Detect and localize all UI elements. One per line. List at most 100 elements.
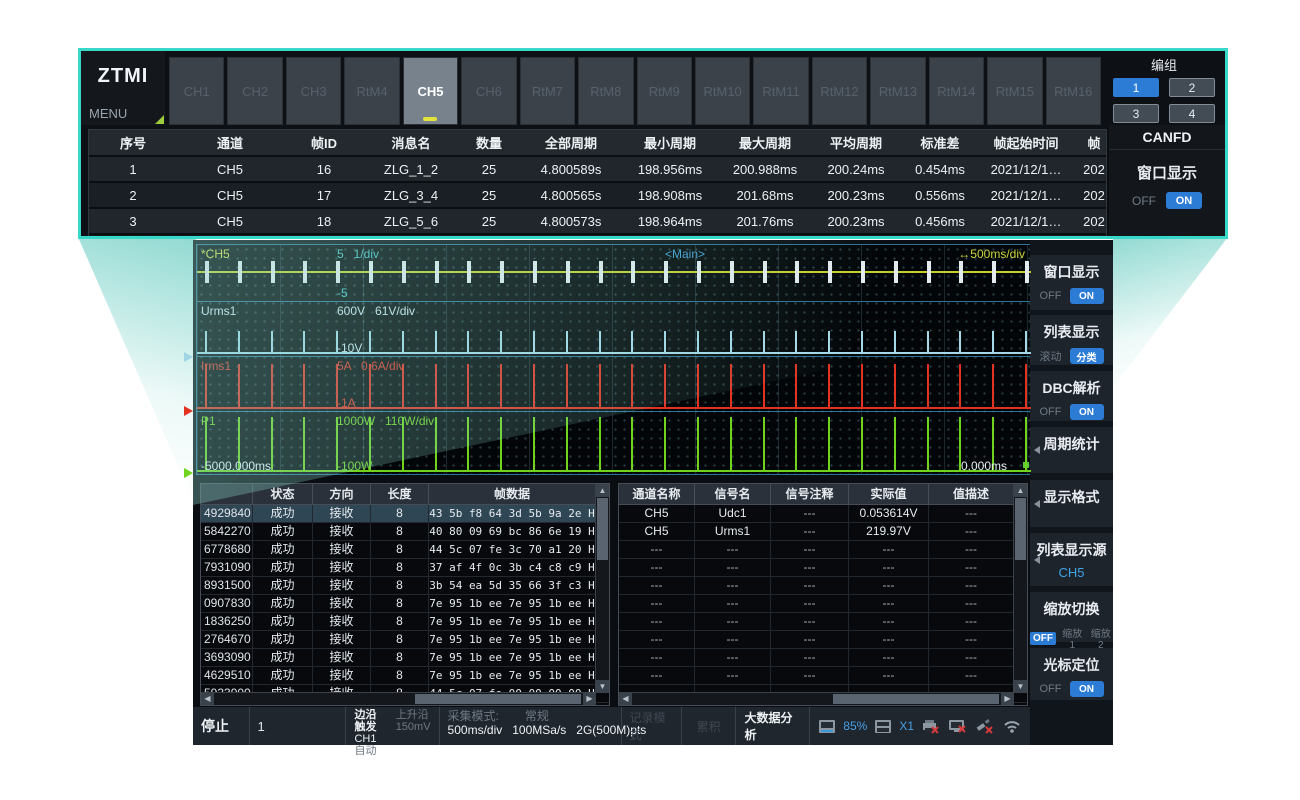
horizontal-scrollbar[interactable]: ◀▶ <box>619 692 1014 705</box>
trigger-info[interactable]: 边沿触发 CH1 自动 上升沿 150mV <box>346 707 439 745</box>
signal-row-4[interactable]: --------------- <box>619 559 1027 577</box>
frame-row-3[interactable]: 6778680成功接收844 5c 07 fe 3c 70 a1 20 H <box>201 541 609 559</box>
tab-rtm16[interactable]: RtM16 <box>1046 57 1101 125</box>
signal-row-5[interactable]: --------------- <box>619 577 1027 595</box>
signal-row-7[interactable]: --------------- <box>619 613 1027 631</box>
toggle-on-option[interactable]: ON <box>1070 404 1104 420</box>
toggle-on-option[interactable]: ON <box>1070 681 1104 697</box>
waveform-area[interactable]: *CH55 1/div-5<Main>↔500ms/divUrms1600V 6… <box>196 244 1032 475</box>
scroll-thumb[interactable] <box>1015 498 1026 560</box>
sidebar-item-6[interactable]: 列表显示源CH5 <box>1030 533 1113 586</box>
scroll-left-arrow[interactable]: ◀ <box>619 693 632 705</box>
channel-position-marker-irms1[interactable] <box>184 406 193 416</box>
frame-row-8[interactable]: 2764670成功接收87e 95 1b ee 7e 95 1b ee H <box>201 631 609 649</box>
frame-row-4[interactable]: 7931090成功接收837 af 4f 0c 3b c4 c8 c9 H <box>201 559 609 577</box>
toggle-on-option[interactable]: ON <box>1070 288 1104 304</box>
signal-row-10[interactable]: --------------- <box>619 667 1027 685</box>
signal-row-6[interactable]: --------------- <box>619 595 1027 613</box>
window-display-item[interactable]: 窗口显示 OFF ON <box>1109 150 1225 209</box>
frame-row-2[interactable]: 5842270成功接收840 80 09 69 bc 86 6e 19 H <box>201 523 609 541</box>
sidebar-item-7[interactable]: 缩放切换OFF缩放1缩放2 <box>1030 592 1113 642</box>
scroll-track[interactable] <box>632 693 1001 705</box>
frame-row-9[interactable]: 3693090成功接收87e 95 1b ee 7e 95 1b ee H <box>201 649 609 667</box>
scroll-up-arrow[interactable]: ▲ <box>596 484 609 497</box>
toggle-off-option[interactable]: 滚动 <box>1040 348 1062 364</box>
frame-row-10[interactable]: 4629510成功接收87e 95 1b ee 7e 95 1b ee H <box>201 667 609 685</box>
group-button-3[interactable]: 3 <box>1113 104 1159 123</box>
trace-pulse <box>861 417 863 471</box>
tab-ch6[interactable]: CH6 <box>461 57 516 125</box>
scroll-right-arrow[interactable]: ▶ <box>1001 693 1014 705</box>
sidebar-item-5[interactable]: 显示格式 <box>1030 480 1113 527</box>
sidebar-item-title: 列表显示源 <box>1030 540 1113 560</box>
group-button-2[interactable]: 2 <box>1169 78 1215 97</box>
group-button-1[interactable]: 1 <box>1113 78 1159 97</box>
tab-rtm9[interactable]: RtM9 <box>637 57 692 125</box>
scroll-down-arrow[interactable]: ▼ <box>596 680 609 693</box>
toggle-on-option[interactable]: 分类 <box>1070 348 1104 364</box>
scroll-track[interactable] <box>214 693 583 705</box>
sidebar-item-8[interactable]: 光标定位OFFON <box>1030 648 1113 700</box>
zoom-option-OFF[interactable]: OFF <box>1030 632 1056 645</box>
signal-row-2[interactable]: CH5Urms1---219.97V--- <box>619 523 1027 541</box>
accumulate-button[interactable]: 累积 <box>682 707 737 745</box>
toggle-off-option[interactable]: OFF <box>1040 290 1062 302</box>
frame-cell: 8 <box>371 649 429 666</box>
frame-row-6[interactable]: 0907830成功接收87e 95 1b ee 7e 95 1b ee H <box>201 595 609 613</box>
frame-row-5[interactable]: 8931500成功接收83b 54 ea 5d 35 66 3f c3 H <box>201 577 609 595</box>
sidebar-item-4[interactable]: 周期统计 <box>1030 427 1113 473</box>
trace-pulse <box>828 417 830 471</box>
group-button-4[interactable]: 4 <box>1169 104 1215 123</box>
signal-row-3[interactable]: --------------- <box>619 541 1027 559</box>
scroll-thumb[interactable] <box>833 694 999 704</box>
toggle-off-option[interactable]: OFF <box>1040 683 1062 695</box>
stats-row-1[interactable]: 1CH516ZLG_1_2254.800589s198.956ms200.988… <box>89 156 1107 182</box>
sidebar-item-1[interactable]: 窗口显示OFFON <box>1030 255 1113 310</box>
tab-rtm4[interactable]: RtM4 <box>344 57 399 125</box>
tab-ch1[interactable]: CH1 <box>169 57 224 125</box>
tab-rtm13[interactable]: RtM13 <box>870 57 925 125</box>
scroll-left-arrow[interactable]: ◀ <box>201 693 214 705</box>
stats-row-3[interactable]: 3CH518ZLG_5_6254.800573s198.964ms201.76m… <box>89 208 1107 234</box>
horizontal-scrollbar[interactable]: ◀▶ <box>201 692 596 705</box>
tab-rtm10[interactable]: RtM10 <box>695 57 750 125</box>
channel-position-marker-p1[interactable] <box>184 468 193 478</box>
sidebar-item-3[interactable]: DBC解析OFFON <box>1030 371 1113 421</box>
tab-ch3[interactable]: CH3 <box>286 57 341 125</box>
tab-ch2[interactable]: CH2 <box>227 57 282 125</box>
acquisition-info[interactable]: 采集模式: 常规 500ms/div 100MSa/s 2G(500M)pts <box>440 707 622 745</box>
frame-row-7[interactable]: 1836250成功接收87e 95 1b ee 7e 95 1b ee H <box>201 613 609 631</box>
scroll-thumb[interactable] <box>415 694 581 704</box>
signal-row-8[interactable]: --------------- <box>619 631 1027 649</box>
scroll-thumb[interactable] <box>597 498 608 560</box>
record-mode-button[interactable]: 记录模式 <box>622 707 682 745</box>
window-display-off-option[interactable]: OFF <box>1132 194 1156 208</box>
tab-rtm15[interactable]: RtM15 <box>987 57 1042 125</box>
signal-row-1[interactable]: CH5Udc1---0.053614V--- <box>619 505 1027 523</box>
scroll-up-arrow[interactable]: ▲ <box>1014 484 1027 497</box>
tab-rtm8[interactable]: RtM8 <box>578 57 633 125</box>
big-data-analysis-button[interactable]: 大数据分析 <box>736 707 810 745</box>
frame-row-1[interactable]: 4929840成功接收843 5b f8 64 3d 5b 9a 2e H <box>201 505 609 523</box>
stats-col-header: 序号 <box>89 130 177 156</box>
tab-rtm14[interactable]: RtM14 <box>929 57 984 125</box>
vertical-scrollbar[interactable]: ▲▼ <box>595 484 609 693</box>
vertical-scrollbar[interactable]: ▲▼ <box>1013 484 1027 693</box>
stats-col-header: 标准差 <box>901 130 979 156</box>
tab-ch5[interactable]: CH5 <box>403 57 458 125</box>
signal-row-9[interactable]: --------------- <box>619 649 1027 667</box>
channel-position-marker-urms1[interactable] <box>184 352 193 362</box>
tab-rtm12[interactable]: RtM12 <box>812 57 867 125</box>
trace-pulse <box>795 331 797 353</box>
frame-cell: 2764670 <box>201 631 253 648</box>
menu-button[interactable]: MENU <box>81 101 165 125</box>
scroll-down-arrow[interactable]: ▼ <box>1014 680 1027 693</box>
toggle-off-option[interactable]: OFF <box>1040 406 1062 418</box>
tab-rtm11[interactable]: RtM11 <box>753 57 808 125</box>
stats-row-2[interactable]: 2CH517ZLG_3_4254.800565s198.908ms201.68m… <box>89 182 1107 208</box>
sidebar-item-2[interactable]: 列表显示滚动分类 <box>1030 315 1113 365</box>
scroll-right-arrow[interactable]: ▶ <box>583 693 596 705</box>
run-state[interactable]: 停止 <box>193 707 250 745</box>
window-display-on-option[interactable]: ON <box>1166 192 1202 209</box>
tab-rtm7[interactable]: RtM7 <box>520 57 575 125</box>
